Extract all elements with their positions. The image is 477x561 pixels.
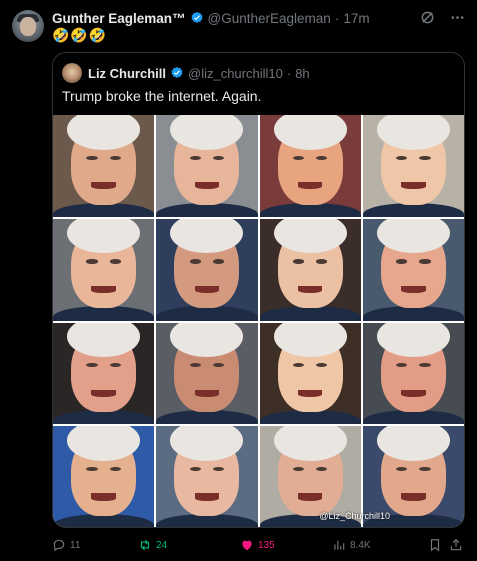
reply-icon [53,539,65,552]
quoted-post-header: Liz Churchill @liz_churchill10 · 8h [62,63,310,83]
like-count: 135 [258,539,275,551]
collage-photo [259,218,361,321]
share-icon [450,538,462,551]
like-button[interactable]: 135 [240,536,275,554]
collage-photo [156,426,258,527]
views-icon [334,540,345,550]
collage-photo [362,115,464,217]
author-avatar[interactable] [12,10,44,42]
author-handle[interactable]: @GuntherEagleman [208,11,331,26]
bookmark-icon [430,539,440,552]
image-watermark: @Liz_Churchill10 [319,511,390,521]
share-button[interactable] [449,536,463,554]
collage-photo [53,218,155,321]
post-top-actions [419,9,465,25]
collage-photo [156,322,258,425]
repost-count: 24 [156,539,168,551]
collage-photo [362,218,464,321]
collage-photo [259,322,361,425]
quoted-author-name: Liz Churchill [88,65,166,81]
bookmark-button[interactable] [428,536,442,554]
collage-photo [53,115,155,217]
repost-icon [140,539,150,551]
views-count: 8.4K [350,539,371,551]
separator-dot: · [334,10,340,26]
author-name[interactable]: Gunther Eagleman™ [52,11,186,26]
reply-button[interactable]: 11 [52,536,80,554]
quoted-post-text: Trump broke the internet. Again. [62,88,262,104]
separator-dot: · [286,65,292,81]
quoted-post-timestamp: 8h [295,65,310,81]
collage-photo [362,322,464,425]
collage-photo [156,218,258,321]
verified-badge-icon [190,11,204,25]
collage-photo [53,426,155,527]
post-header: Gunther Eagleman™ @GuntherEagleman · 17m [52,9,370,27]
repost-button[interactable]: 24 [138,536,167,554]
reply-count: 11 [70,539,81,551]
like-icon [242,540,252,551]
photo-collage[interactable] [53,115,464,527]
quoted-author-handle: @liz_churchill10 [188,65,283,81]
post-text: 🤣🤣🤣 [52,27,108,43]
verified-badge-icon [170,66,184,80]
collage-photo [259,115,361,217]
collage-photo [53,322,155,425]
quoted-author-avatar [62,63,82,83]
views-button[interactable]: 8.4K [332,536,371,554]
grok-icon[interactable] [419,9,435,25]
quoted-post[interactable]: Liz Churchill @liz_churchill10 · 8h Trum… [52,52,465,528]
action-bar: 11 24 135 8.4K [52,536,465,554]
post-timestamp[interactable]: 17m [343,11,369,26]
collage-photo [156,115,258,217]
more-icon[interactable] [449,9,465,25]
